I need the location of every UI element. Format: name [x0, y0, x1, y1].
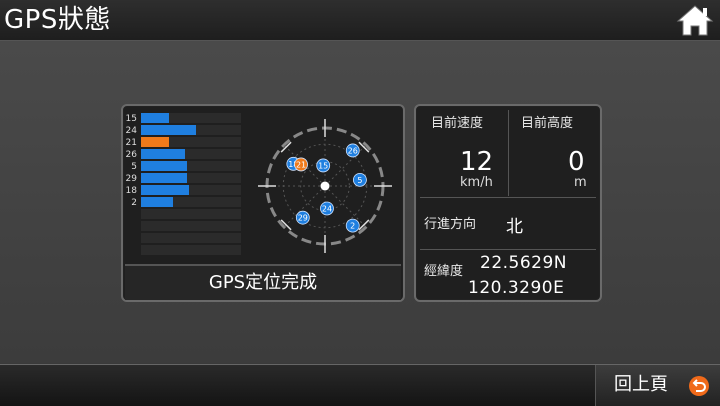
longitude-value: 120.3290E: [468, 278, 565, 298]
satellite-panel: 15 24 21 26 5 29 18 2 18 21 15 26 5 29 24 2 GPS定位完成: [121, 104, 405, 302]
satellite-id: 5: [357, 176, 362, 185]
header-bar: GPS狀態: [0, 0, 720, 41]
sky-center: [320, 181, 330, 191]
altitude-value: 0: [568, 147, 585, 177]
signal-bar: [141, 137, 169, 147]
speed-label: 目前速度: [431, 116, 484, 131]
signal-bar-id: 24: [126, 126, 138, 136]
footer-bar: 回上頁: [0, 364, 720, 406]
satellite-sky-plot: 1821 1526529242: [258, 119, 392, 253]
altitude-unit: m: [574, 175, 587, 190]
divider: [420, 249, 596, 250]
signal-bar: [141, 125, 196, 135]
signal-bar-id: 26: [126, 150, 138, 160]
divider: [420, 197, 596, 198]
signal-bar: [141, 197, 173, 207]
signal-bar: [141, 173, 187, 183]
direction-label: 行進方向: [424, 217, 477, 232]
satellite-id: 2: [350, 222, 355, 231]
coordinate-label: 經緯度: [424, 264, 464, 279]
signal-bar-id: 18: [126, 186, 138, 196]
back-button-label: 回上頁: [614, 374, 668, 395]
signal-strength-bars: 15 24 21 26 5 29 18 2: [126, 113, 241, 255]
signal-bar: [141, 161, 187, 171]
satellite-id: 29: [298, 214, 308, 223]
page-title: GPS狀態: [4, 5, 111, 35]
speed-unit: km/h: [460, 175, 493, 190]
signal-bar-id: 2: [131, 198, 137, 208]
signal-bar-id: 29: [126, 174, 138, 184]
back-arrow-icon: [689, 376, 709, 396]
altitude-label: 目前高度: [521, 116, 574, 131]
signal-bar-id: 21: [126, 138, 137, 148]
signal-bar: [141, 185, 189, 195]
divider: [508, 110, 509, 196]
signal-bar: [141, 149, 185, 159]
speed-value: 12: [460, 147, 494, 177]
direction-value: 北: [506, 217, 523, 237]
signal-bar-slot: [141, 209, 241, 219]
home-icon: [676, 5, 714, 36]
satellite-id: 24: [322, 204, 332, 213]
back-button[interactable]: 回上頁: [595, 365, 720, 406]
signal-bar-id: 5: [131, 162, 137, 172]
signal-bar-slot: [141, 233, 241, 243]
latitude-value: 22.5629N: [480, 253, 568, 273]
satellite-id: 15: [318, 161, 328, 170]
fix-status-bar: GPS定位完成: [125, 264, 401, 300]
signal-bar-id: 15: [126, 114, 137, 124]
satellite-id: 26: [348, 146, 358, 155]
satellite-id: 21: [296, 160, 306, 169]
fix-status-text: GPS定位完成: [208, 272, 318, 293]
signal-bar-slot: [141, 245, 241, 255]
info-panel: 目前速度 12 km/h 目前高度 0 m 行進方向 北 經緯度 22.5629…: [414, 104, 602, 302]
home-button[interactable]: [676, 2, 714, 38]
signal-bar: [141, 113, 169, 123]
signal-bar-slot: [141, 221, 241, 231]
